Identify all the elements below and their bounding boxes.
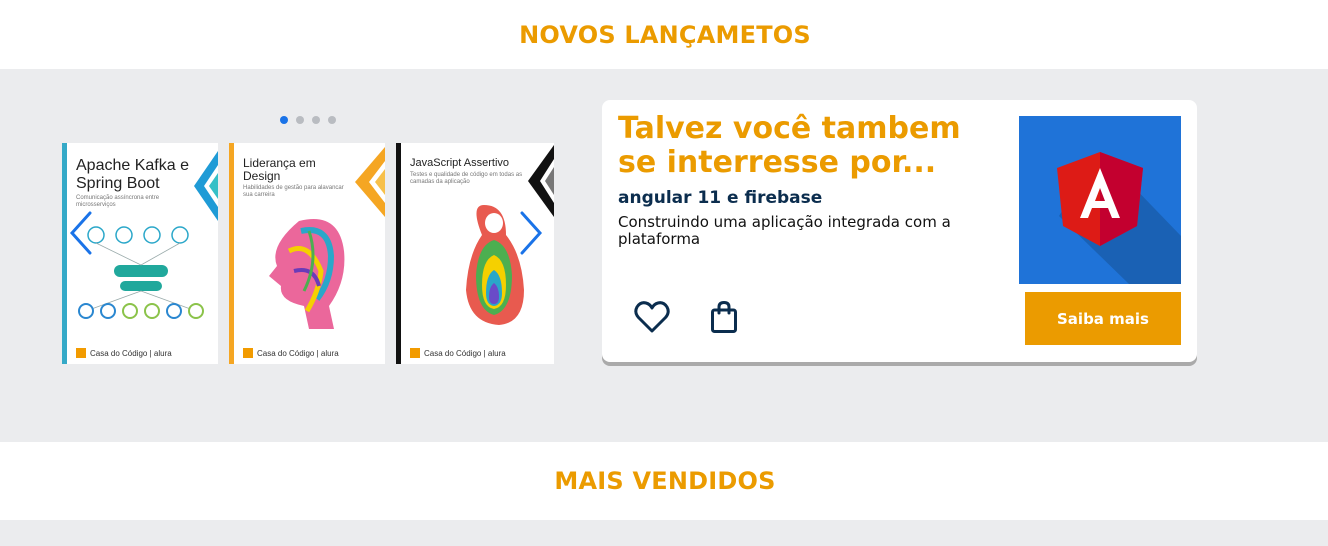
angular-logo-icon xyxy=(1057,152,1181,284)
shopping-bag-icon xyxy=(711,300,737,333)
book-publisher: Casa do Código | alura xyxy=(410,348,506,358)
card-description: Construindo uma aplicação integrada com … xyxy=(618,213,951,248)
carousel-dot-4[interactable] xyxy=(328,116,336,124)
book-subtitle: Testes e qualidade de código em todas as… xyxy=(410,172,523,186)
book-title: JavaScript Assertivo xyxy=(410,157,510,169)
book-title: Liderança em Design xyxy=(243,156,316,184)
best-sellers-heading: MAIS VENDIDOS xyxy=(554,467,776,495)
book-subtitle: Comunicação assíncrona entre microsservi… xyxy=(76,195,160,209)
new-releases-band: Apache Kafka e Spring Boot Comunicação a… xyxy=(0,69,1328,442)
book-spine xyxy=(62,143,67,364)
recommendation-card: Talvez você tambem se interresse por... … xyxy=(602,100,1197,362)
publisher-logo-icon xyxy=(76,348,86,358)
card-heading: Talvez você tambem se interresse por... xyxy=(618,111,961,180)
publisher-logo-icon xyxy=(243,348,253,358)
favorite-button[interactable] xyxy=(632,297,672,337)
carousel-track: Apache Kafka e Spring Boot Comunicação a… xyxy=(62,143,554,364)
learn-more-button[interactable]: Saiba mais xyxy=(1025,292,1181,345)
book-corner-graphic xyxy=(194,151,218,221)
best-sellers-band xyxy=(0,520,1328,546)
book-corner-graphic xyxy=(355,147,385,217)
carousel-dot-1[interactable] xyxy=(280,116,288,124)
book-publisher: Casa do Código | alura xyxy=(243,348,339,358)
carousel-indicators xyxy=(280,116,336,124)
add-to-cart-button[interactable] xyxy=(704,297,744,337)
card-actions xyxy=(632,297,744,337)
book-publisher: Casa do Código | alura xyxy=(76,348,172,358)
book-carousel: Apache Kafka e Spring Boot Comunicação a… xyxy=(62,101,554,364)
section-title-new-releases: NOVOS LANÇAMETOS xyxy=(0,0,1328,69)
product-thumbnail[interactable] xyxy=(1019,116,1181,284)
page: NOVOS LANÇAMETOS Apache Kafka e Spring B… xyxy=(0,0,1328,546)
book-spine xyxy=(229,143,234,364)
book-subtitle: Habilidades de gestão para alavancar sua… xyxy=(243,185,344,199)
heart-icon xyxy=(634,301,670,333)
carousel-next-icon[interactable] xyxy=(516,209,544,257)
new-releases-heading: NOVOS LANÇAMETOS xyxy=(519,20,811,49)
carousel-dot-3[interactable] xyxy=(312,116,320,124)
carousel-prev-icon[interactable] xyxy=(68,209,96,257)
card-product-title: angular 11 e firebase xyxy=(618,188,823,208)
section-title-best-sellers: MAIS VENDIDOS xyxy=(0,442,1328,520)
book-head-graphic xyxy=(269,219,345,329)
publisher-logo-icon xyxy=(410,348,420,358)
book-cover-lideranca[interactable]: Liderança em Design Habilidades de gestã… xyxy=(229,143,385,364)
carousel-dot-2[interactable] xyxy=(296,116,304,124)
book-spine xyxy=(396,143,401,364)
